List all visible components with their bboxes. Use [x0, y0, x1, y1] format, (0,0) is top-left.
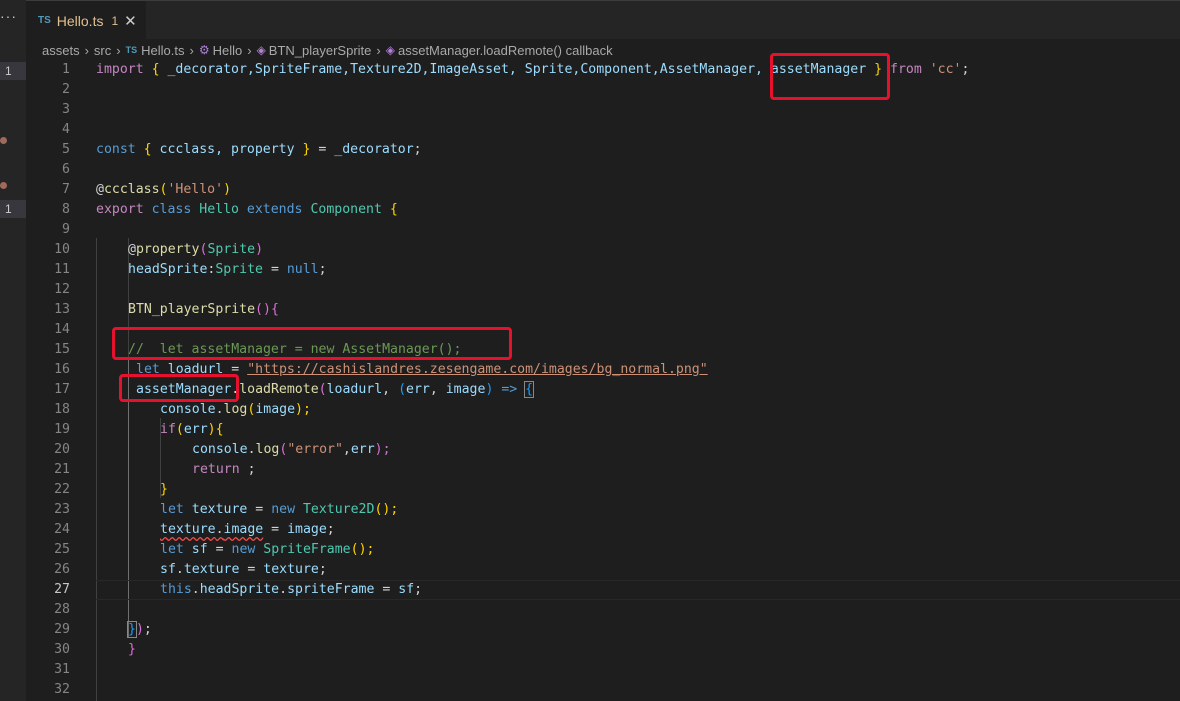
code-line: 12: [54, 282, 70, 297]
code-line: 26 sf.texture = texture;: [54, 562, 327, 577]
code-line: 13 BTN_playerSprite(){: [54, 302, 279, 317]
chevron-right-icon: ›: [247, 42, 252, 58]
code-line: 31: [54, 662, 70, 677]
code-line: 5 const { ccclass, property } = _decorato…: [62, 142, 422, 157]
chevron-right-icon: ›: [84, 42, 89, 58]
breadcrumb: assets › src › TS Hello.ts › ⚙ Hello › ◈…: [42, 40, 613, 60]
code-line: 19 if(err){: [54, 422, 224, 437]
breadcrumb-file[interactable]: Hello.ts: [141, 43, 184, 58]
code-line: 11 headSprite:Sprite = null;: [54, 262, 327, 277]
code-line: 32: [54, 682, 70, 697]
breadcrumb-assets[interactable]: assets: [42, 43, 80, 58]
class-icon: ⚙: [198, 43, 210, 57]
typescript-file-icon: TS: [38, 15, 51, 26]
annotation-box-import: [770, 53, 890, 100]
breadcrumb-method[interactable]: BTN_playerSprite: [269, 43, 372, 58]
method-cube-icon: ◈: [256, 43, 266, 57]
code-line: 22}: [54, 482, 168, 497]
code-line-current: 27 this.headSprite.spriteFrame = sf;: [26, 580, 1180, 600]
problem-badge: 1: [0, 62, 26, 80]
code-line: 28: [54, 602, 70, 617]
tab-bar: TS Hello.ts 1 ✕: [26, 0, 1180, 40]
code-line: 7 @ccclass('Hello'): [62, 182, 232, 197]
typescript-file-icon: TS: [125, 45, 138, 55]
chevron-right-icon: ›: [189, 42, 194, 58]
code-line: 3: [62, 102, 70, 117]
breadcrumb-class[interactable]: Hello: [213, 43, 243, 58]
code-line: 4: [62, 122, 70, 137]
problem-badge: 1: [0, 200, 26, 218]
code-line: 1 import { _decorator,SpriteFrame,Texture…: [62, 62, 970, 77]
breadcrumb-callback[interactable]: assetManager.loadRemote() callback: [398, 43, 613, 58]
breadcrumb-src[interactable]: src: [94, 43, 111, 58]
code-line: 30}: [54, 642, 136, 657]
code-line: 18 console.log(image);: [54, 402, 311, 417]
close-icon[interactable]: ✕: [124, 12, 137, 30]
modified-dot-icon: [0, 137, 7, 144]
tab-hello-ts[interactable]: TS Hello.ts 1 ✕: [26, 1, 146, 40]
code-line: 6: [62, 162, 70, 177]
code-line: 21 return ;: [54, 462, 256, 477]
annotation-box-usage: [119, 374, 239, 402]
annotation-box-comment: [112, 327, 512, 360]
code-line: 20 console.log("error",err);: [54, 442, 391, 457]
code-line: 29});: [54, 621, 152, 638]
tab-title: Hello.ts: [56, 12, 104, 29]
code-line: 8 export class Hello extends Component {: [62, 202, 398, 217]
activity-strip: ··· 1 1: [0, 0, 26, 701]
modified-dot-icon: [0, 182, 7, 189]
more-actions-icon[interactable]: ···: [0, 8, 16, 24]
code-line: 23 let texture = new Texture2D();: [54, 502, 399, 517]
code-line: 25 let sf = new SpriteFrame();: [54, 542, 375, 557]
code-line: 9: [62, 222, 70, 237]
code-line: 10 @property(Sprite): [54, 242, 264, 257]
chevron-right-icon: ›: [376, 42, 381, 58]
code-line: 24 texture.image = image;: [54, 522, 335, 537]
code-line: 2: [62, 82, 70, 97]
tab-problem-count: 1: [111, 13, 119, 28]
method-cube-icon: ◈: [385, 43, 395, 57]
chevron-right-icon: ›: [116, 42, 121, 58]
